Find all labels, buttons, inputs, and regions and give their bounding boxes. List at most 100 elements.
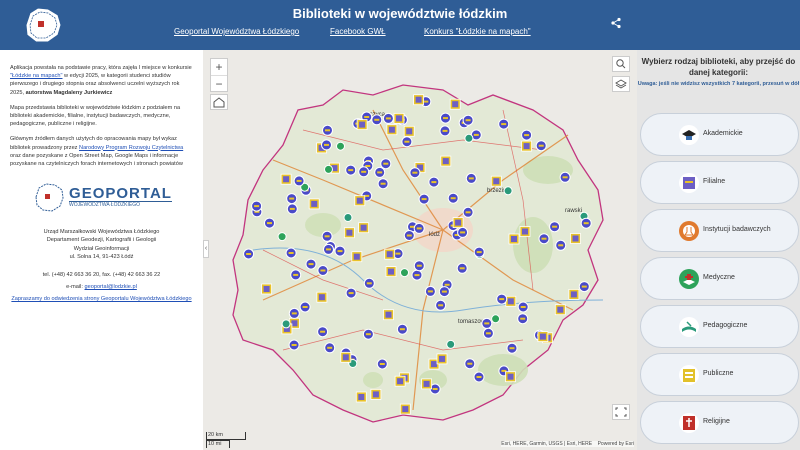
marker-glyph	[431, 361, 437, 368]
collapse-panel-button[interactable]: ‹	[203, 240, 209, 258]
fullscreen-button[interactable]	[612, 404, 630, 420]
category-panel: Wybierz rodzaj biblioteki, aby przejść d…	[637, 50, 800, 450]
marker-glyph	[359, 121, 366, 128]
layers-button[interactable]	[612, 76, 630, 92]
marker-glyph	[442, 129, 448, 132]
geoportal-logo[interactable]: GEOPORTAL WOJEWÓDZTWA ŁÓDZKIEGO	[10, 180, 193, 214]
category-pedagogiczne-button[interactable]: Pedagogiczne	[640, 305, 799, 348]
map-view[interactable]: brzeziny rawski łódź tomaszowski łęczyca…	[203, 50, 637, 450]
email-line: e-mail: geoportal@lodzkie.pl	[66, 284, 137, 291]
phone-fax: tel. (+48) 42 663 36 20, fax. (+48) 42 6…	[42, 272, 161, 279]
marker-glyph	[416, 227, 422, 230]
marker-glyph	[570, 291, 577, 298]
marker-glyph	[406, 234, 412, 237]
marker-glyph	[383, 162, 389, 165]
category-medyczne-button[interactable]: Medyczne	[640, 257, 799, 300]
marker-glyph	[267, 222, 272, 225]
marker-glyph	[289, 207, 295, 210]
zoom-out-button[interactable]: −	[211, 75, 227, 91]
zoom-in-button[interactable]: +	[211, 59, 227, 75]
category-religijne-button[interactable]: Religijne	[640, 401, 799, 444]
page-title: Biblioteki w województwie łódzkim	[292, 6, 508, 21]
contest-link[interactable]: "Łódzkie na mapach"	[10, 73, 62, 79]
marker-glyph	[291, 312, 297, 315]
marker-glyph	[583, 222, 589, 225]
link-facebook[interactable]: Facebook GWŁ	[330, 27, 386, 36]
marker-glyph	[361, 170, 367, 173]
search-button[interactable]	[612, 56, 630, 72]
marker-glyph	[541, 237, 547, 240]
marker-glyph	[484, 322, 490, 325]
marker-glyph	[366, 282, 372, 285]
info-panel: Aplikacja powstała na podstawie pracy, k…	[0, 50, 203, 450]
marker-glyph	[348, 292, 354, 295]
marker-glyph	[465, 211, 471, 214]
nprc-link[interactable]: Narodowy Program Rozwoju Czytelnictwa	[79, 145, 183, 151]
map-attribution: Esri, HERE, Garmin, USGS | Esri, HERE Po…	[501, 441, 634, 447]
header-nav: Geoportal Województwa Łódzkiego Facebook…	[0, 27, 800, 41]
marker-glyph	[493, 178, 500, 185]
open-book-icon	[679, 317, 699, 337]
special-library-marker-icon[interactable]	[343, 213, 353, 222]
marker-glyph	[538, 144, 544, 147]
address-block: Urząd Marszałkowski Województwa Łódzkieg…	[43, 229, 160, 260]
marker-glyph	[476, 376, 482, 378]
map-canvas[interactable]: brzeziny rawski łódź tomaszowski łęczyca	[203, 50, 637, 450]
home-button[interactable]	[210, 94, 228, 110]
category-instytucji-badawczych-button[interactable]: Instytucji badawczych	[640, 209, 799, 252]
category-publiczne-button[interactable]: Publiczne	[640, 353, 799, 396]
marker-glyph	[499, 298, 505, 301]
geoportal-invite-link[interactable]: Zapraszamy do odwiedzenia strony Geoport…	[11, 296, 191, 302]
research-institute-icon	[679, 221, 699, 241]
marker-glyph	[324, 235, 330, 238]
library-building-icon	[679, 173, 699, 193]
marker-glyph	[365, 333, 371, 336]
email-link[interactable]: geoportal@lodzkie.pl	[85, 284, 137, 290]
special-library-marker-icon[interactable]	[491, 314, 501, 324]
marker-glyph	[459, 267, 465, 270]
marker-glyph	[520, 317, 526, 320]
marker-glyph	[385, 117, 391, 120]
intro-paragraph: Aplikacja powstała na podstawie pracy, k…	[10, 65, 192, 96]
marker-glyph	[562, 176, 568, 179]
marker-glyph	[455, 219, 462, 226]
marker-glyph	[291, 344, 297, 346]
link-konkurs[interactable]: Konkurs "Łódzkie na mapach"	[424, 27, 531, 36]
scroll-note: Uwaga: jeśli nie widzisz wszystkich 7 ka…	[637, 81, 800, 87]
layers-icon	[615, 79, 627, 89]
share-icon[interactable]	[610, 17, 622, 29]
category-heading: Wybierz rodzaj biblioteki, aby przejść d…	[641, 57, 796, 77]
special-library-marker-icon[interactable]	[336, 141, 345, 151]
marker-glyph	[572, 235, 579, 242]
special-library-marker-icon[interactable]	[277, 232, 287, 242]
special-library-marker-icon[interactable]	[503, 186, 513, 196]
zoom-control: + −	[210, 58, 228, 92]
category-akademickie-button[interactable]: Akademickie	[640, 113, 799, 156]
scale-bar: 20 km 10 mi	[206, 432, 246, 448]
marker-glyph	[511, 236, 517, 242]
region-map-icon	[35, 183, 64, 212]
marker-glyph	[337, 250, 343, 253]
marker-glyph	[507, 298, 514, 305]
special-library-marker-icon[interactable]	[400, 268, 409, 278]
marker-glyph	[476, 251, 482, 254]
special-library-marker-icon[interactable]	[324, 164, 333, 174]
special-library-marker-icon[interactable]	[281, 319, 291, 329]
marker-glyph	[308, 263, 314, 266]
app-header: Biblioteki w województwie łódzkim Geopor…	[0, 0, 800, 50]
marker-glyph	[402, 406, 409, 413]
marker-glyph	[443, 117, 448, 120]
marker-glyph	[404, 140, 410, 143]
category-filialne-button[interactable]: Filialne	[640, 161, 799, 204]
marker-glyph	[507, 373, 514, 380]
special-library-marker-icon[interactable]	[446, 339, 456, 349]
marker-glyph	[311, 200, 318, 207]
fullscreen-icon	[615, 407, 627, 417]
link-geoportal[interactable]: Geoportal Województwa Łódzkiego	[174, 27, 299, 36]
place-label: łódź	[429, 232, 440, 238]
marker-glyph	[523, 143, 530, 150]
marker-glyph	[522, 228, 528, 235]
marker-glyph	[348, 169, 354, 172]
special-library-marker-icon[interactable]	[464, 133, 474, 143]
marker-glyph	[432, 388, 438, 390]
